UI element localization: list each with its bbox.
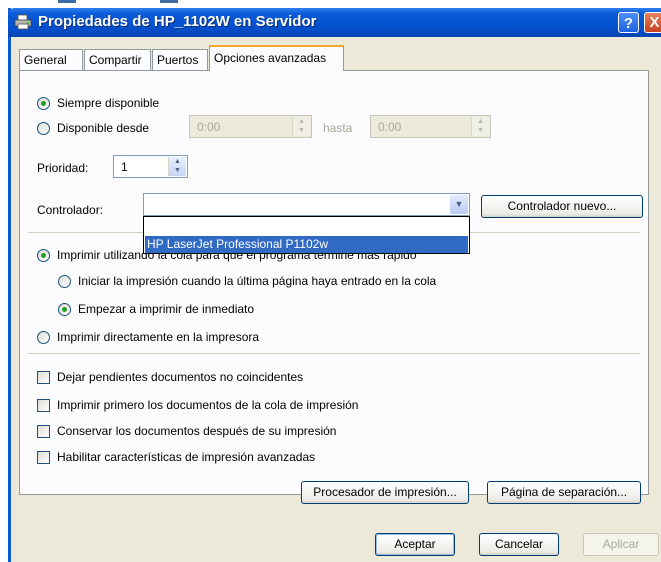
- title-bar[interactable]: Propiedades de HP_1102W en Servidor ? X: [8, 8, 661, 37]
- advanced-features-label: Habilitar características de impresión a…: [57, 450, 316, 464]
- spin-up-icon[interactable]: ▲: [293, 117, 310, 126]
- hold-mismatched-checkbox[interactable]: [37, 371, 50, 384]
- print-processor-button[interactable]: Procesador de impresión...: [301, 481, 469, 504]
- tab-compartir[interactable]: Compartir: [84, 49, 151, 70]
- close-button[interactable]: X: [644, 12, 661, 33]
- start-immediately-label: Empezar a imprimir de inmediato: [78, 302, 255, 316]
- until-time-spinner[interactable]: 0:00 ▲ ▼: [370, 115, 491, 138]
- tab-general[interactable]: General: [19, 49, 83, 70]
- from-time-value: 0:00: [197, 120, 221, 134]
- spool-radio[interactable]: [37, 249, 50, 262]
- spin-down-icon[interactable]: ▼: [169, 166, 186, 175]
- available-from-label: Disponible desde: [57, 121, 150, 135]
- driver-label: Controlador:: [37, 203, 104, 217]
- help-button[interactable]: ?: [618, 12, 639, 33]
- background-tick: [160, 0, 178, 3]
- priority-label: Prioridad:: [37, 161, 89, 175]
- keep-printed-docs-label: Conservar los documentos después de su i…: [57, 424, 337, 438]
- start-after-last-page-label: Iniciar la impresión cuando la última pá…: [78, 274, 437, 288]
- chevron-down-icon[interactable]: ▼: [450, 195, 468, 214]
- window-title: Propiedades de HP_1102W en Servidor: [38, 13, 317, 30]
- available-from-radio[interactable]: [37, 122, 50, 135]
- always-available-label: Siempre disponible: [57, 96, 160, 110]
- print-spooled-first-checkbox[interactable]: [37, 399, 50, 412]
- until-label: hasta: [323, 121, 353, 135]
- print-spooled-first-label: Imprimir primero los documentos de la co…: [57, 398, 359, 412]
- divider: [28, 353, 640, 354]
- start-after-last-page-radio[interactable]: [58, 275, 71, 288]
- start-immediately-radio[interactable]: [58, 303, 71, 316]
- hold-mismatched-label: Dejar pendientes documentos no coinciden…: [57, 370, 304, 384]
- background-tick: [58, 0, 76, 3]
- driver-dropdown-list: HP LaserJet Professional P1102w: [143, 216, 470, 254]
- driver-option-hp-laserjet[interactable]: HP LaserJet Professional P1102w: [145, 236, 468, 253]
- from-time-spinner[interactable]: 0:00 ▲ ▼: [189, 115, 312, 138]
- print-direct-label: Imprimir directamente en la impresora: [57, 330, 260, 344]
- ok-button[interactable]: Aceptar: [375, 533, 455, 556]
- spin-down-icon[interactable]: ▼: [293, 126, 310, 135]
- spin-down-icon[interactable]: ▼: [472, 126, 489, 135]
- advanced-features-checkbox[interactable]: [37, 451, 50, 464]
- cancel-button[interactable]: Cancelar: [479, 533, 559, 556]
- separator-page-button[interactable]: Página de separación...: [487, 481, 641, 504]
- until-time-value: 0:00: [378, 120, 402, 134]
- spin-up-icon[interactable]: ▲: [169, 157, 186, 166]
- printer-icon: [14, 14, 32, 30]
- tab-puertos[interactable]: Puertos: [152, 49, 208, 70]
- keep-printed-docs-checkbox[interactable]: [37, 425, 50, 438]
- apply-button[interactable]: Aplicar: [583, 533, 659, 556]
- always-available-radio[interactable]: [37, 97, 50, 110]
- priority-spinner[interactable]: 1 ▲ ▼: [113, 155, 188, 178]
- tab-opciones-avanzadas[interactable]: Opciones avanzadas: [209, 45, 344, 71]
- spin-up-icon[interactable]: ▲: [472, 117, 489, 126]
- new-driver-button[interactable]: Controlador nuevo...: [481, 195, 643, 218]
- print-direct-radio[interactable]: [37, 331, 50, 344]
- driver-select[interactable]: ▼: [143, 193, 470, 216]
- priority-value: 1: [121, 160, 128, 174]
